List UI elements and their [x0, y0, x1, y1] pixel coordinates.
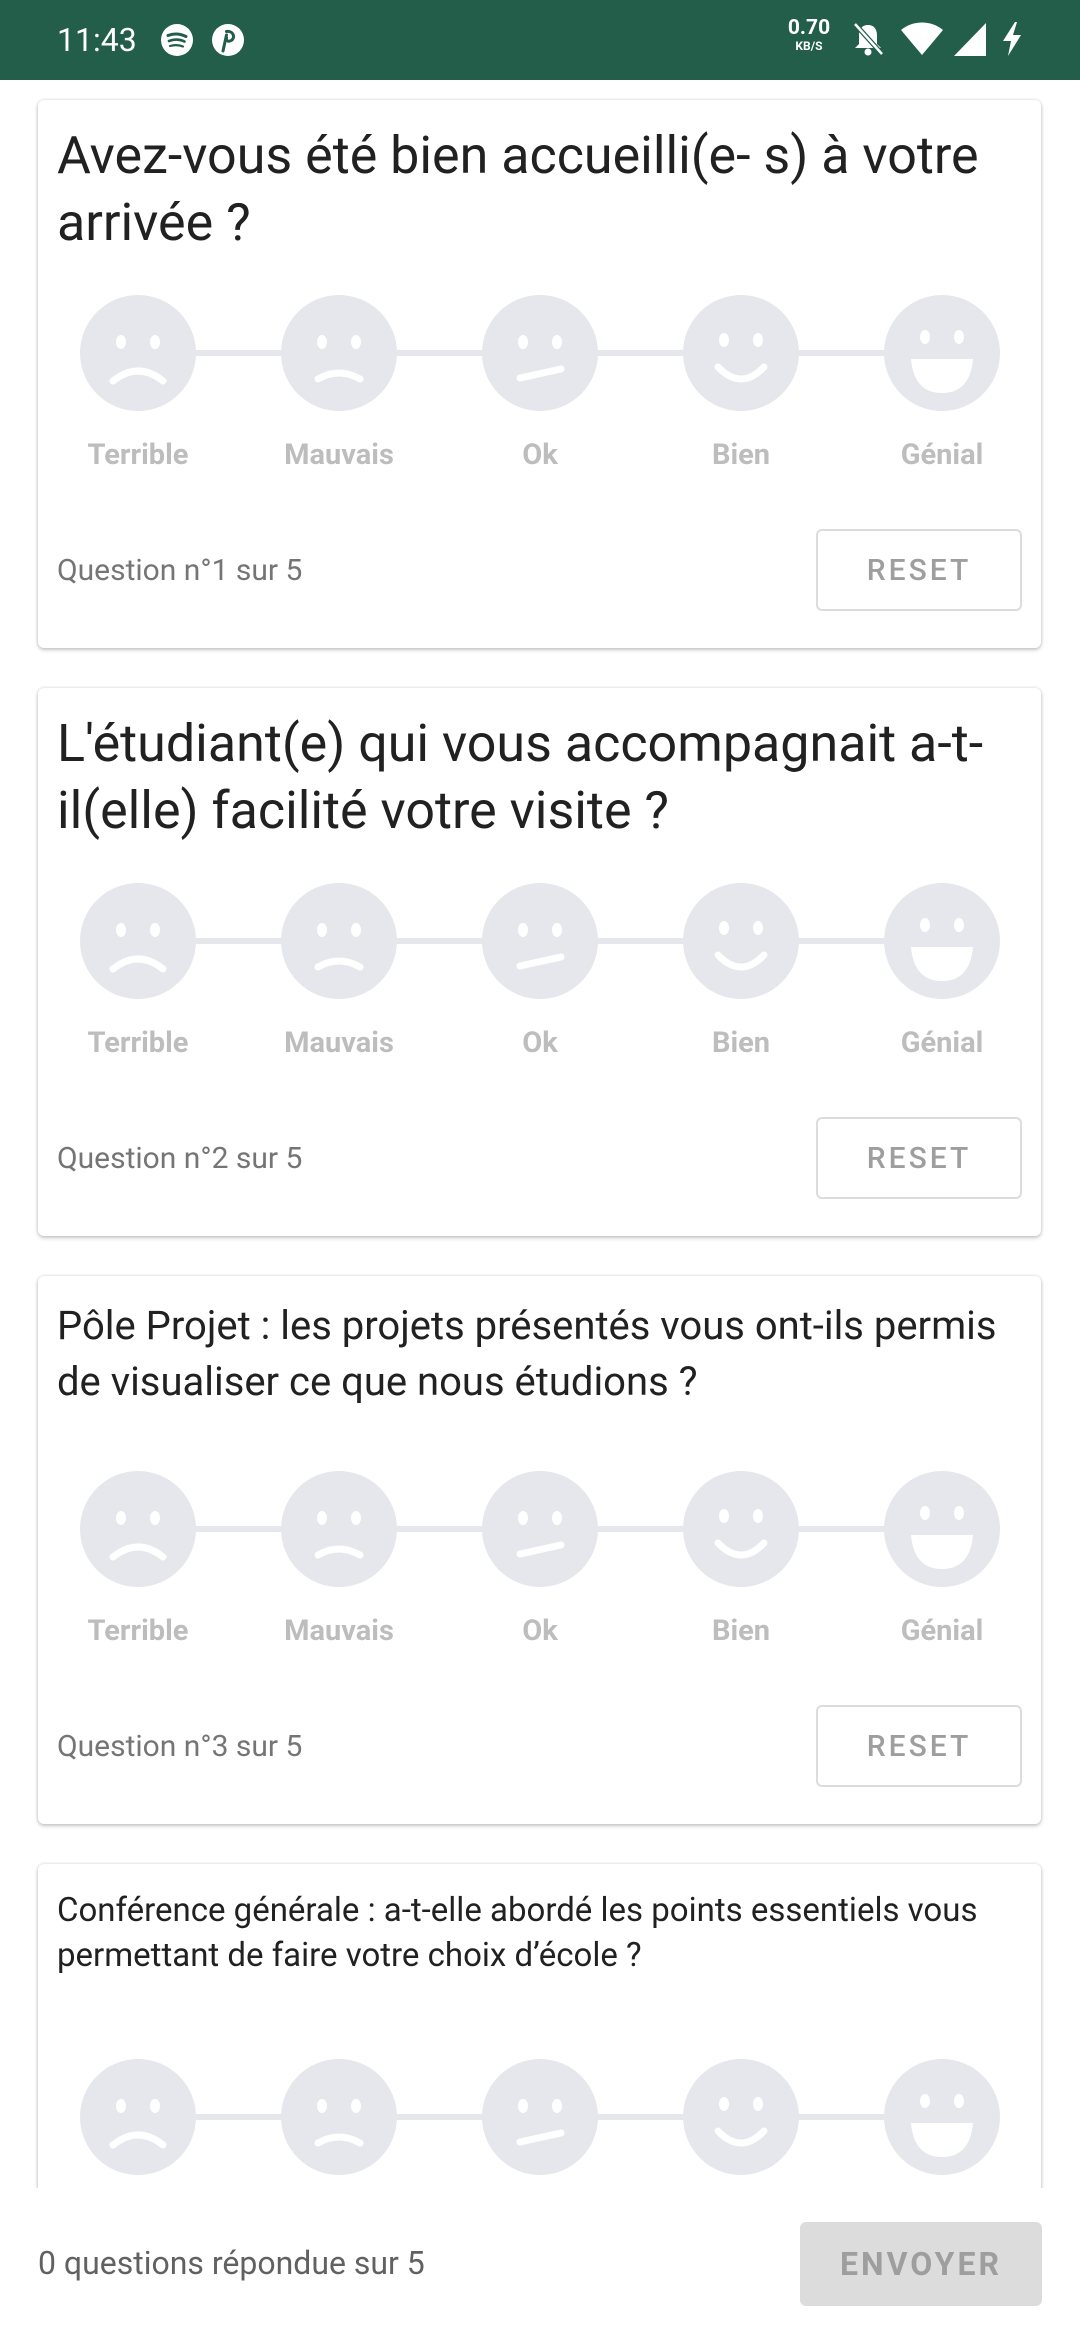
question-text: Avez-vous été bien accueilli(e- s) à vot… [57, 125, 979, 253]
rating-label-ok: Ok [522, 1614, 558, 1648]
rating-label-genial: Génial [900, 1026, 984, 1060]
status-bar: 11:43 0.70 KB/S [0, 0, 1080, 80]
question-text: L'étudiant(e) qui vous accompagnait a-t-… [57, 713, 984, 841]
reset-button[interactable]: RESET [816, 529, 1022, 611]
rating-scale: Terrible Mauvais Ok Bien Génial [38, 883, 1041, 1073]
question-text: Conférence générale : a-t-elle abordé le… [57, 1891, 978, 1975]
rating-label-genial: Génial [900, 438, 984, 472]
question-card-4: Conférence générale : a-t-elle abordé le… [38, 1864, 1041, 2188]
ok-face-icon[interactable] [482, 295, 598, 411]
question-counter: Question n°2 sur 5 [57, 1141, 303, 1176]
question-text: Pôle Projet : les projets présentés vous… [57, 1302, 997, 1405]
terrible-face-icon[interactable] [80, 883, 196, 999]
rating-label-bien: Bien [711, 1026, 771, 1060]
rating-scale [38, 2059, 1041, 2188]
rating-label-terrible: Terrible [87, 1026, 189, 1060]
question-card-3: Pôle Projet : les projets présentés vous… [38, 1276, 1041, 1824]
bad-face-icon[interactable] [281, 2059, 397, 2175]
rating-label-mauvais: Mauvais [284, 438, 394, 472]
bad-face-icon[interactable] [281, 295, 397, 411]
answered-count: 0 questions répondue sur 5 [38, 2244, 425, 2282]
question-card-1: Avez-vous été bien accueilli(e- s) à vot… [38, 100, 1041, 648]
rating-label-bien: Bien [711, 1614, 771, 1648]
question-counter: Question n°3 sur 5 [57, 1729, 303, 1764]
question-card-2: L'étudiant(e) qui vous accompagnait a-t-… [38, 688, 1041, 1236]
good-face-icon[interactable] [683, 1471, 799, 1587]
rating-label-mauvais: Mauvais [284, 1026, 394, 1060]
spotify-icon [161, 24, 193, 56]
rating-label-genial: Génial [900, 1614, 984, 1648]
good-face-icon[interactable] [683, 883, 799, 999]
send-button[interactable]: ENVOYER [800, 2222, 1042, 2306]
good-face-icon[interactable] [683, 295, 799, 411]
reset-button[interactable]: RESET [816, 1117, 1022, 1199]
good-face-icon[interactable] [683, 2059, 799, 2175]
pinterest-icon [212, 24, 244, 56]
ok-face-icon[interactable] [482, 2059, 598, 2175]
wifi-icon [901, 22, 943, 55]
reset-button[interactable]: RESET [816, 1705, 1022, 1787]
ok-face-icon[interactable] [482, 883, 598, 999]
great-face-icon[interactable] [884, 1471, 1000, 1587]
rating-scale: Terrible Mauvais Ok Bien Génial [38, 1471, 1041, 1661]
rating-label-terrible: Terrible [87, 438, 189, 472]
question-counter: Question n°1 sur 5 [57, 553, 303, 588]
bell-off-icon [853, 22, 884, 56]
bad-face-icon[interactable] [281, 1471, 397, 1587]
terrible-face-icon[interactable] [80, 295, 196, 411]
status-time: 11:43 [57, 21, 137, 59]
great-face-icon[interactable] [884, 883, 1000, 999]
terrible-face-icon[interactable] [80, 1471, 196, 1587]
great-face-icon[interactable] [884, 295, 1000, 411]
battery-charging-icon [1003, 22, 1021, 56]
bad-face-icon[interactable] [281, 883, 397, 999]
rating-label-ok: Ok [522, 438, 558, 472]
network-speed: 0.70 KB/S [787, 16, 831, 53]
cellular-signal-icon [954, 23, 986, 56]
rating-label-bien: Bien [711, 438, 771, 472]
rating-label-mauvais: Mauvais [284, 1614, 394, 1648]
survey-list[interactable]: Avez-vous été bien accueilli(e- s) à vot… [0, 80, 1080, 2188]
terrible-face-icon[interactable] [80, 2059, 196, 2175]
ok-face-icon[interactable] [482, 1471, 598, 1587]
rating-scale: Terrible Mauvais Ok Bien Génial [38, 295, 1041, 485]
great-face-icon[interactable] [884, 2059, 1000, 2175]
rating-label-ok: Ok [522, 1026, 558, 1060]
rating-label-terrible: Terrible [87, 1614, 189, 1648]
submit-bar: 0 questions répondue sur 5 ENVOYER [0, 2188, 1080, 2340]
